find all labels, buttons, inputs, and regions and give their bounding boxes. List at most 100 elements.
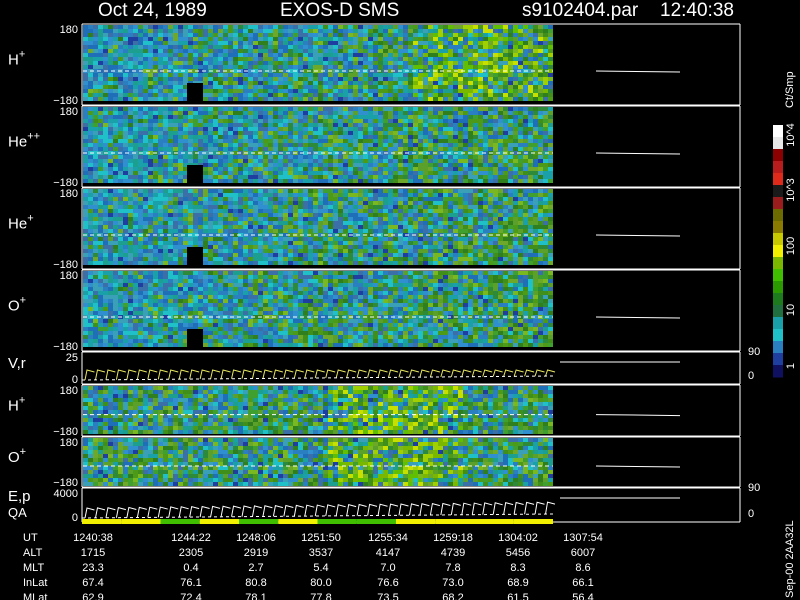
spectrogram-cell: [143, 197, 148, 201]
spectrogram-cell: [488, 167, 493, 171]
spectrogram-cell: [303, 53, 308, 57]
spectrogram-cell: [273, 135, 278, 139]
spectrogram-cell: [93, 73, 98, 77]
spectrogram-cell: [163, 93, 168, 97]
spectrogram-cell: [178, 261, 183, 265]
spectrogram-cell: [188, 123, 193, 127]
spectrogram-cell: [193, 217, 198, 221]
spectrogram-cell: [303, 229, 308, 233]
spectrogram-cell: [233, 33, 238, 37]
spectrogram-cell: [298, 111, 303, 115]
spectrogram-cell: [438, 261, 443, 265]
spectrogram-cell: [328, 61, 333, 65]
spectrogram-cell: [93, 253, 98, 257]
spectrogram-cell: [508, 139, 513, 143]
spectrogram-cell: [103, 163, 108, 167]
spectrogram-cell: [323, 213, 328, 217]
spectrogram-cell: [538, 127, 543, 131]
spectrogram-cell: [393, 189, 398, 193]
spectrogram-cell: [228, 123, 233, 127]
spectrogram-cell: [358, 57, 363, 61]
spectrogram-cell: [263, 147, 268, 151]
spectrogram-cell: [433, 237, 438, 241]
spectrogram-cell: [548, 175, 553, 179]
spectrogram-cell: [198, 143, 203, 147]
spectrogram-cell: [318, 123, 323, 127]
spectrogram-cell: [433, 193, 438, 197]
spectrogram-cell: [363, 221, 368, 225]
spectrogram-cell: [508, 115, 513, 119]
spectrogram-cell: [473, 93, 478, 97]
spectrogram-cell: [378, 41, 383, 45]
spectrogram-cell: [448, 45, 453, 49]
spectrogram-cell: [183, 57, 188, 61]
spectrogram-cell: [333, 93, 338, 97]
spectrogram-cell: [178, 53, 183, 57]
spectrogram-cell: [203, 193, 208, 197]
spectrogram-cell: [228, 257, 233, 261]
spectrogram-cell: [453, 147, 458, 151]
spectrogram-cell: [508, 147, 513, 151]
spectrogram-cell: [253, 127, 258, 131]
spectrogram-cell: [428, 53, 433, 57]
spectrogram-cell: [323, 123, 328, 127]
spectrogram-cell: [313, 163, 318, 167]
spectrogram-cell: [463, 77, 468, 81]
spectrogram-cell: [178, 201, 183, 205]
spectrogram-cell: [103, 143, 108, 147]
spectrogram-cell: [513, 45, 518, 49]
spectrogram-cell: [528, 61, 533, 65]
spectrogram-cell: [288, 107, 293, 111]
spectrogram-cell: [353, 221, 358, 225]
spectrogram-cell: [428, 97, 433, 101]
spectrogram-cell: [228, 143, 233, 147]
spectrogram-cell: [83, 171, 88, 175]
spectrogram-cell: [443, 131, 448, 135]
spectrogram-cell: [433, 123, 438, 127]
spectrogram-cell: [523, 41, 528, 45]
spectrogram-cell: [258, 45, 263, 49]
spectrogram-cell: [313, 139, 318, 143]
spectrogram-cell: [348, 257, 353, 261]
spectrogram-cell: [293, 111, 298, 115]
spectrogram-cell: [448, 201, 453, 205]
spectrogram-cell: [288, 213, 293, 217]
spectrogram-cell: [383, 131, 388, 135]
spectrogram-cell: [168, 175, 173, 179]
spectrogram-cell: [268, 89, 273, 93]
spectrogram-cell: [393, 139, 398, 143]
spectrogram-cell: [153, 225, 158, 229]
spectrogram-cell: [453, 179, 458, 183]
spectrogram-cell: [158, 65, 163, 69]
spectrogram-cell: [123, 85, 128, 89]
spectrogram-cell: [508, 167, 513, 171]
spectrogram-cell: [443, 45, 448, 49]
spectrogram-cell: [368, 89, 373, 93]
spectrogram-cell: [103, 245, 108, 249]
spectrogram-cell: [198, 123, 203, 127]
spectrogram-cell: [278, 107, 283, 111]
spectrogram-cell: [333, 193, 338, 197]
spectrogram-cell: [448, 53, 453, 57]
spectrogram-cell: [403, 155, 408, 159]
spectrogram-cell: [343, 45, 348, 49]
spectrogram-cell: [378, 57, 383, 61]
spectrogram-cell: [393, 201, 398, 205]
spectrogram-cell: [318, 73, 323, 77]
spectrogram-cell: [273, 123, 278, 127]
spectrogram-cell: [403, 143, 408, 147]
spectrogram-cell: [368, 237, 373, 241]
spectrogram-cell: [488, 73, 493, 77]
spectrogram-cell: [473, 33, 478, 37]
spectrogram-cell: [318, 155, 323, 159]
spectrogram-cell: [153, 261, 158, 265]
spectrogram-cell: [223, 159, 228, 163]
spectrogram-cell: [348, 155, 353, 159]
spectrogram-cell: [178, 179, 183, 183]
spectrogram-cell: [343, 155, 348, 159]
spectrogram-cell: [438, 41, 443, 45]
spectrogram-cell: [123, 49, 128, 53]
spectrogram-cell: [453, 25, 458, 29]
spectrogram-cell: [273, 33, 278, 37]
spectrogram-cell: [468, 93, 473, 97]
